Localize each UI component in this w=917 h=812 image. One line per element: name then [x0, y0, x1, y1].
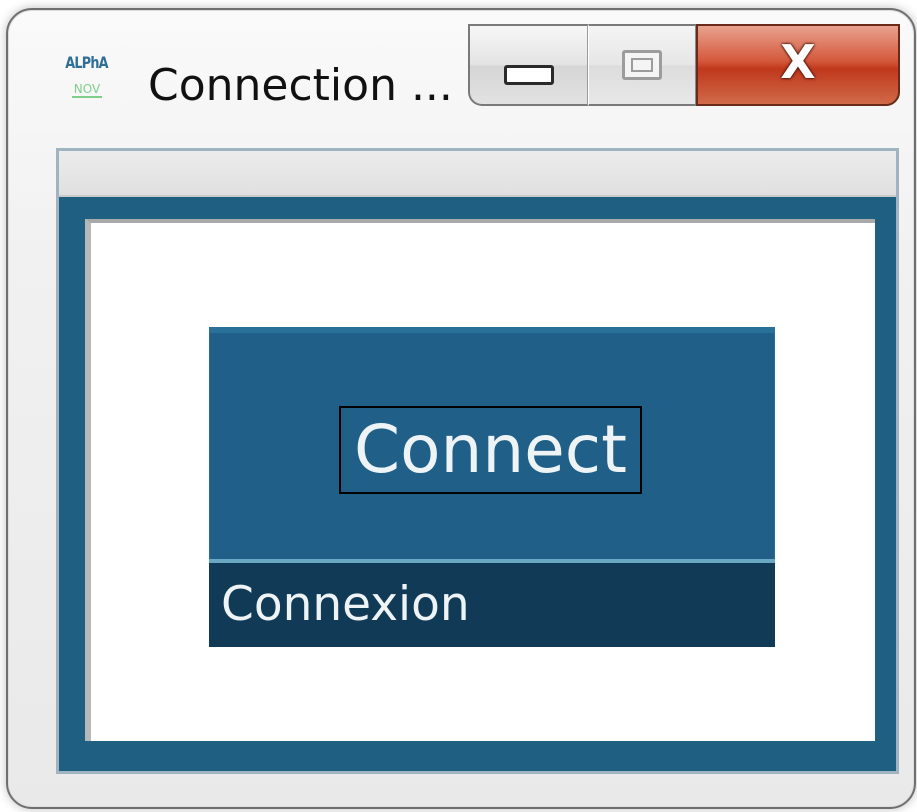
client-area: Connect Connexion	[56, 148, 899, 774]
toolbar-strip	[59, 151, 896, 197]
connect-tile[interactable]: Connect Connexion	[209, 327, 775, 647]
alphanov-logo-icon: ALPhA NOV	[54, 54, 120, 114]
screen: ALPhA NOV Connection ... X Connect Conne…	[0, 0, 917, 812]
title-bar[interactable]: ALPhA NOV Connection ... X	[8, 10, 914, 140]
tile-caption: Connexion	[221, 577, 470, 632]
logo-line-1: ALPhA	[65, 53, 109, 72]
connect-label: Connect	[354, 411, 627, 488]
tile-highlight	[209, 327, 775, 333]
tile-footer: Connexion	[209, 563, 775, 647]
minimize-button[interactable]	[468, 24, 588, 106]
close-icon: X	[780, 35, 816, 89]
caption-buttons: X	[468, 24, 900, 106]
logo-line-2: NOV	[71, 82, 103, 98]
connect-button[interactable]: Connect	[339, 406, 642, 494]
maximize-button[interactable]	[588, 24, 696, 106]
window-title: Connection ...	[148, 60, 453, 111]
connection-window: ALPhA NOV Connection ... X Connect Conne…	[6, 8, 916, 809]
close-button[interactable]: X	[696, 24, 900, 106]
maximize-icon	[622, 50, 662, 80]
content-panel: Connect Connexion	[85, 219, 875, 741]
minimize-icon	[503, 65, 554, 85]
